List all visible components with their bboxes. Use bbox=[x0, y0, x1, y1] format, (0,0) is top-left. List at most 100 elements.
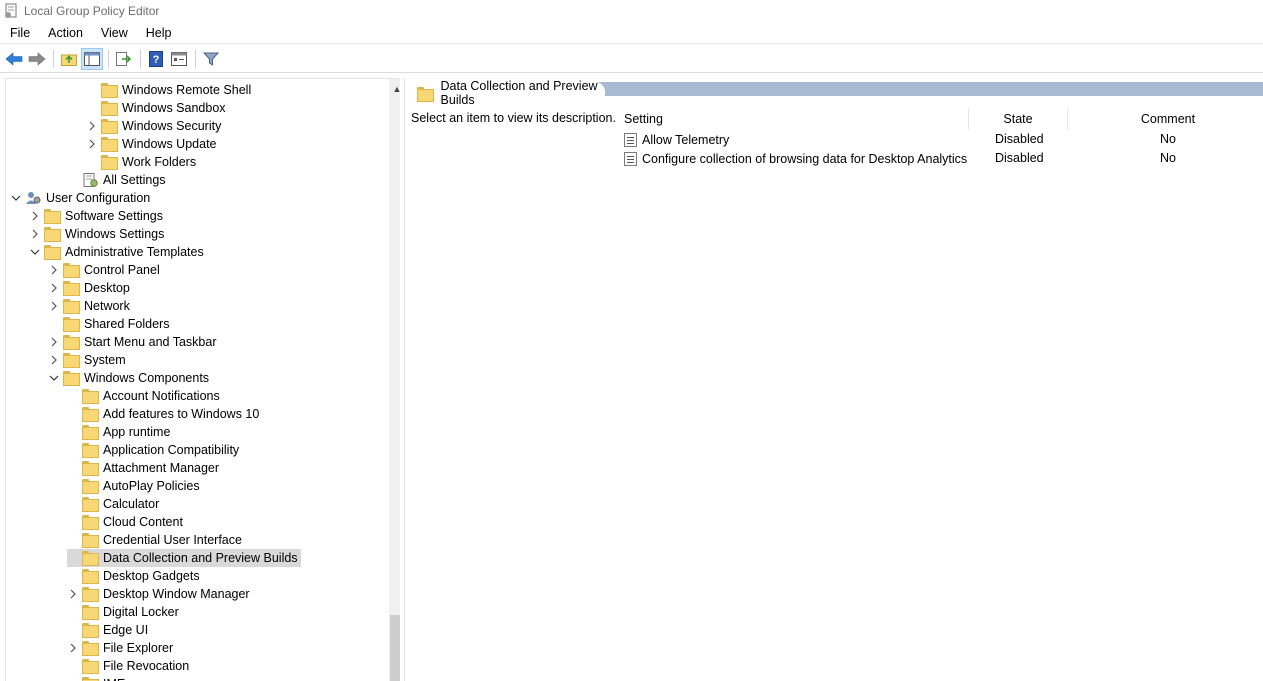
tree-item[interactable]: Desktop bbox=[48, 279, 133, 297]
setting-state: Disabled bbox=[995, 132, 1044, 146]
chevron-right-icon[interactable] bbox=[48, 333, 60, 351]
tree-item[interactable]: File Revocation bbox=[67, 657, 192, 675]
folder-icon bbox=[82, 623, 99, 638]
tree-item-label: Digital Locker bbox=[103, 605, 179, 619]
chevron-down-icon[interactable] bbox=[29, 243, 41, 261]
up-one-level-button[interactable] bbox=[58, 48, 80, 70]
tree-item[interactable]: Windows Settings bbox=[29, 225, 167, 243]
tree-item[interactable]: Desktop Gadgets bbox=[67, 567, 203, 585]
column-header-comment[interactable]: Comment bbox=[1068, 108, 1263, 130]
tree-item-label: Control Panel bbox=[84, 263, 160, 277]
tree-item[interactable]: Windows Remote Shell bbox=[86, 81, 254, 99]
tree-item-label: All Settings bbox=[103, 173, 166, 187]
scroll-up-arrow-icon[interactable]: ▲ bbox=[389, 81, 400, 97]
tree-item[interactable]: Edge UI bbox=[67, 621, 151, 639]
tree-item[interactable]: Attachment Manager bbox=[67, 459, 222, 477]
chevron-right-icon[interactable] bbox=[67, 585, 79, 603]
tree-item[interactable]: Windows Sandbox bbox=[86, 99, 229, 117]
tree-item[interactable]: Credential User Interface bbox=[67, 531, 245, 549]
tree-item[interactable]: Work Folders bbox=[86, 153, 199, 171]
properties-icon bbox=[171, 51, 187, 66]
tree-item-label: Desktop bbox=[84, 281, 130, 295]
chevron-right-icon[interactable] bbox=[86, 135, 98, 153]
folder-icon bbox=[101, 101, 118, 116]
tree-item-label: File Explorer bbox=[103, 641, 174, 655]
tree-item[interactable]: Data Collection and Preview Builds bbox=[67, 549, 301, 567]
folder-icon bbox=[63, 317, 80, 332]
tree-item[interactable]: All Settings bbox=[67, 171, 169, 189]
tree-scrollbar[interactable]: ▲ bbox=[389, 79, 400, 681]
chevron-right-icon[interactable] bbox=[67, 639, 79, 657]
chevron-right-icon[interactable] bbox=[48, 279, 60, 297]
tree-item[interactable]: AutoPlay Policies bbox=[67, 477, 203, 495]
folder-icon bbox=[101, 83, 118, 98]
tree-item[interactable]: Account Notifications bbox=[67, 387, 223, 405]
tree-item[interactable]: Network bbox=[48, 297, 133, 315]
folder-icon bbox=[82, 479, 99, 494]
chevron-down-icon[interactable] bbox=[48, 369, 60, 387]
tree-item[interactable]: Windows Components bbox=[48, 369, 212, 387]
tree-item[interactable]: Control Panel bbox=[48, 261, 163, 279]
chevron-right-icon[interactable] bbox=[48, 351, 60, 369]
toolbar-separator bbox=[108, 49, 109, 68]
tree-item[interactable]: Application Compatibility bbox=[67, 441, 242, 459]
folder-icon bbox=[101, 119, 118, 134]
chevron-down-icon[interactable] bbox=[10, 189, 22, 207]
tree-item-label: Windows Components bbox=[84, 371, 210, 385]
chevron-right-icon[interactable] bbox=[29, 225, 41, 243]
help-button[interactable]: ? bbox=[145, 48, 167, 70]
setting-comment: No bbox=[1160, 151, 1176, 165]
setting-row[interactable]: Allow Telemetry bbox=[624, 130, 729, 149]
tree-item[interactable]: User Configuration bbox=[10, 189, 153, 207]
chevron-right-icon[interactable] bbox=[48, 297, 60, 315]
tree-item[interactable]: Windows Update bbox=[86, 135, 220, 153]
tree-item[interactable]: Shared Folders bbox=[48, 315, 172, 333]
gpedit-app-icon bbox=[3, 3, 19, 19]
column-header-setting[interactable]: Setting bbox=[624, 108, 968, 130]
tree-item-label: Windows Update bbox=[122, 137, 217, 151]
chevron-right-icon[interactable] bbox=[86, 117, 98, 135]
back-button[interactable] bbox=[3, 48, 25, 70]
menu-help[interactable]: Help bbox=[137, 22, 181, 44]
tree-item[interactable]: File Explorer bbox=[67, 639, 176, 657]
tree-item-label: AutoPlay Policies bbox=[103, 479, 200, 493]
tree-item[interactable]: Calculator bbox=[67, 495, 162, 513]
scroll-thumb[interactable] bbox=[390, 615, 400, 681]
export-list-button[interactable] bbox=[113, 48, 135, 70]
menu-action[interactable]: Action bbox=[39, 22, 92, 44]
folder-icon bbox=[101, 155, 118, 170]
filter-options-button[interactable] bbox=[200, 48, 222, 70]
tree-item[interactable]: System bbox=[48, 351, 129, 369]
tree-item[interactable]: Windows Security bbox=[86, 117, 224, 135]
chevron-right-icon[interactable] bbox=[48, 261, 60, 279]
tree-item-label: Data Collection and Preview Builds bbox=[103, 551, 298, 565]
tree-item[interactable]: Administrative Templates bbox=[29, 243, 207, 261]
column-header-state[interactable]: State bbox=[969, 108, 1067, 130]
folder-icon bbox=[82, 659, 99, 674]
setting-row[interactable]: Configure collection of browsing data fo… bbox=[624, 149, 967, 168]
menu-file[interactable]: File bbox=[0, 22, 39, 44]
show-hide-console-tree-button[interactable] bbox=[81, 47, 103, 70]
menu-view[interactable]: View bbox=[92, 22, 137, 44]
export-list-icon bbox=[116, 51, 132, 66]
tree-item[interactable]: Digital Locker bbox=[67, 603, 182, 621]
column-header-setting-label: Setting bbox=[624, 112, 663, 126]
tree-item[interactable]: App runtime bbox=[67, 423, 173, 441]
forward-button[interactable] bbox=[26, 48, 48, 70]
tree-item[interactable]: Cloud Content bbox=[67, 513, 186, 531]
tree-item[interactable]: IME bbox=[67, 675, 128, 681]
tree-item[interactable]: Start Menu and Taskbar bbox=[48, 333, 219, 351]
tree-item[interactable]: Software Settings bbox=[29, 207, 166, 225]
console-tree[interactable]: Windows Remote Shell Windows Sandbox Windo… bbox=[5, 78, 400, 681]
policy-setting-icon bbox=[624, 151, 637, 166]
tree-item[interactable]: Add features to Windows 10 bbox=[67, 405, 262, 423]
chevron-right-icon[interactable] bbox=[29, 207, 41, 225]
tree-item-label: Edge UI bbox=[103, 623, 149, 637]
folder-icon bbox=[82, 425, 99, 440]
properties-button[interactable] bbox=[168, 48, 190, 70]
tree-item[interactable]: Desktop Window Manager bbox=[67, 585, 253, 603]
